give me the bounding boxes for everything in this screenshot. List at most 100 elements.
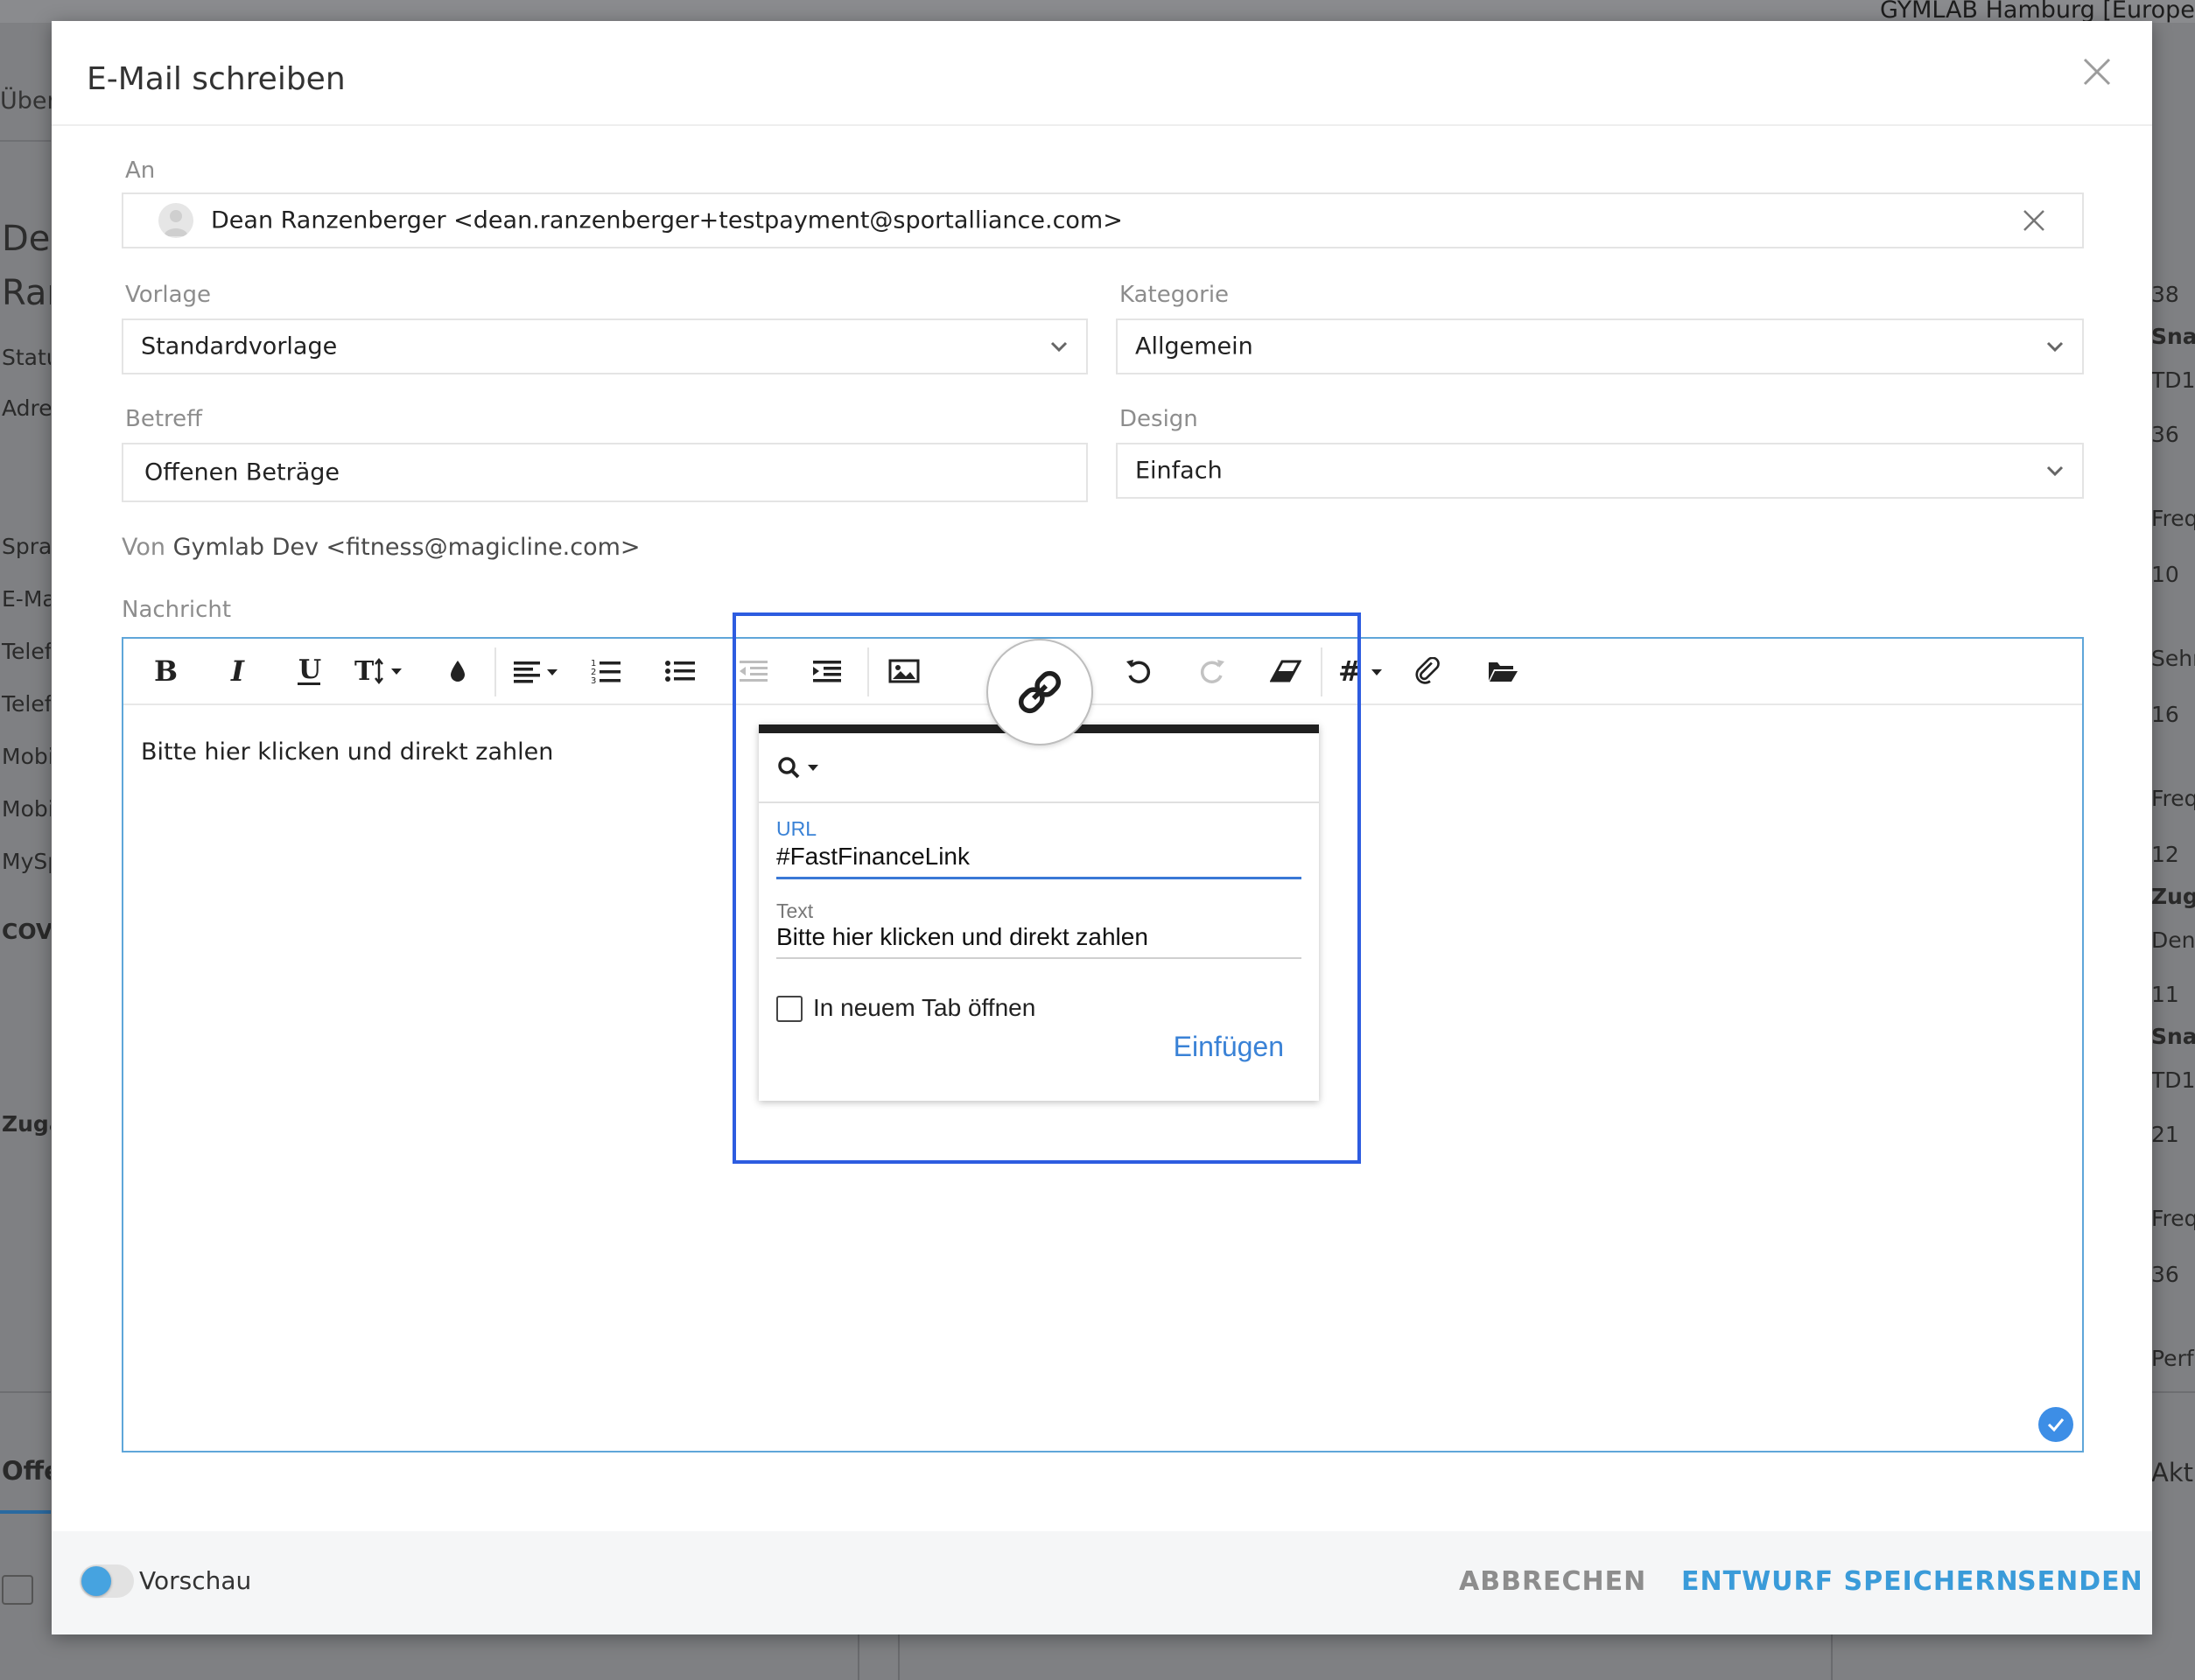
placeholder-hash-icon[interactable]: # (1336, 649, 1394, 693)
clear-recipient-icon[interactable] (2021, 207, 2047, 234)
activity-text: TD16 (2151, 368, 2195, 393)
background-activity-list: 38 Snack TD16 36 Frequ 10 Sehr 16 Frequ … (2151, 262, 2195, 1540)
activity-text: TD16 (2151, 1068, 2195, 1093)
divider (52, 124, 2152, 126)
activity-text: Zugab (2151, 884, 2195, 909)
category-select[interactable]: Allgemein (1116, 318, 2084, 374)
detail-label: Telefon (2, 691, 51, 717)
background-tab: Offene (2, 1456, 51, 1486)
save-draft-button[interactable]: ENTWURF SPEICHERN (1681, 1566, 2019, 1597)
recipient-field[interactable]: Dean Ranzenberger <dean.ranzenberger+tes… (122, 192, 2084, 248)
divider (898, 1634, 900, 1680)
editor-toolbar: B I U T 123 # (123, 639, 2082, 705)
url-underline (776, 877, 1301, 879)
attachment-icon[interactable] (1410, 649, 1448, 693)
url-label: URL (776, 817, 817, 840)
activity-text: Frequ (2151, 506, 2195, 531)
activity-text: 38 (2151, 282, 2179, 307)
activity-text: 10 (2151, 562, 2179, 587)
image-icon[interactable] (885, 649, 923, 693)
url-input[interactable] (776, 838, 1301, 875)
detail-label: Telefon (2, 639, 51, 664)
send-button[interactable]: SENDEN (2017, 1566, 2143, 1597)
section-heading: Zugang (2, 1111, 51, 1137)
insert-link-button[interactable]: Einfügen (1174, 1031, 1284, 1063)
location-label: GYMLAB Hamburg [Europe/Berlin] (1880, 0, 2195, 24)
from-label: Von (122, 534, 166, 561)
design-label: Design (1119, 406, 1198, 432)
svg-text:T: T (354, 656, 375, 687)
activity-text: Perfor (2151, 1346, 2195, 1371)
underline-icon[interactable]: U (290, 649, 328, 693)
member-last-name: Ranzenberger (2, 273, 51, 313)
design-value: Einfach (1135, 457, 1223, 485)
section-heading: COVID (2, 919, 51, 944)
eraser-icon[interactable] (1266, 649, 1305, 693)
cancel-button[interactable]: ABBRECHEN (1459, 1566, 1646, 1597)
preview-toggle[interactable] (80, 1564, 134, 1598)
svg-text:U: U (298, 654, 321, 685)
ordered-list-icon[interactable]: 123 (587, 649, 626, 693)
detail-label: Adresse (2, 396, 51, 421)
subject-value: Offenen Beträge (144, 458, 340, 486)
message-body[interactable]: Bitte hier klicken und direkt zahlen (141, 738, 553, 766)
activity-text: 12 (2151, 842, 2179, 867)
outdent-icon[interactable] (734, 649, 773, 693)
template-label: Vorlage (125, 282, 212, 308)
dialog-title: E-Mail schreiben (87, 61, 346, 97)
design-select[interactable]: Einfach (1116, 443, 2084, 499)
divider (1321, 648, 1322, 696)
font-size-icon[interactable]: T (353, 649, 410, 693)
close-icon[interactable] (2077, 52, 2117, 93)
message-label: Nachricht (122, 597, 232, 623)
link-text-input[interactable] (776, 919, 1301, 956)
template-select[interactable]: Standardvorlage (122, 318, 1088, 374)
activity-text: 36 (2151, 422, 2179, 447)
link-icon[interactable] (986, 639, 1093, 746)
align-icon[interactable] (510, 649, 568, 693)
unordered-list-icon[interactable] (661, 649, 699, 693)
background-topbar (0, 0, 2195, 23)
indent-icon[interactable] (808, 649, 846, 693)
divider (0, 1391, 51, 1393)
subject-input[interactable]: Offenen Beträge (122, 443, 1088, 502)
undo-icon[interactable] (1119, 649, 1158, 693)
divider (494, 648, 496, 696)
active-tab-indicator (0, 1510, 51, 1514)
detail-label: MySports (2, 849, 51, 874)
activity-text: Sehr (2151, 646, 2195, 671)
from-line: Von Gymlab Dev <fitness@magicline.com> (122, 534, 641, 561)
bold-icon[interactable]: B (144, 649, 183, 693)
background-checkbox (2, 1575, 33, 1605)
dialog-footer: Vorschau ABBRECHEN ENTWURF SPEICHERN SEN… (52, 1531, 2152, 1634)
new-tab-checkbox[interactable] (776, 996, 803, 1022)
recipient-chip: Dean Ranzenberger <dean.ranzenberger+tes… (211, 206, 1123, 234)
chevron-down-icon (2046, 341, 2064, 353)
color-icon[interactable] (438, 649, 477, 693)
italic-icon[interactable]: I (218, 649, 256, 693)
check-icon[interactable] (2038, 1407, 2073, 1442)
search-icon[interactable] (776, 751, 829, 786)
subject-label: Betreff (125, 406, 203, 432)
detail-label: Sprache (2, 534, 51, 559)
activity-text: Snack (2151, 1024, 2195, 1049)
toggle-knob (81, 1566, 111, 1596)
member-first-name: Dean (2, 219, 51, 259)
compose-email-dialog: E-Mail schreiben An Dean Ranzenberger <d… (52, 21, 2152, 1634)
folder-icon[interactable] (1483, 649, 1522, 693)
background-nav-tab: Übersicht (0, 54, 113, 142)
activity-text: 21 (2151, 1122, 2179, 1147)
detail-label: E-Mail (2, 586, 51, 612)
link-popover: URL Text In neuem Tab öffnen Einfügen (759, 724, 1319, 1101)
divider (1831, 1634, 1833, 1680)
activity-text: Snack (2151, 324, 2195, 349)
activity-text: Den Se (2151, 928, 2195, 953)
activity-text: 16 (2151, 702, 2179, 727)
svg-text:B: B (154, 656, 177, 686)
redo-icon[interactable] (1193, 649, 1231, 693)
detail-label: Mobil (2, 796, 51, 822)
category-value: Allgemein (1135, 332, 1253, 360)
avatar (158, 203, 193, 238)
preview-label: Vorschau (139, 1566, 252, 1595)
chevron-down-icon (1050, 341, 1068, 353)
